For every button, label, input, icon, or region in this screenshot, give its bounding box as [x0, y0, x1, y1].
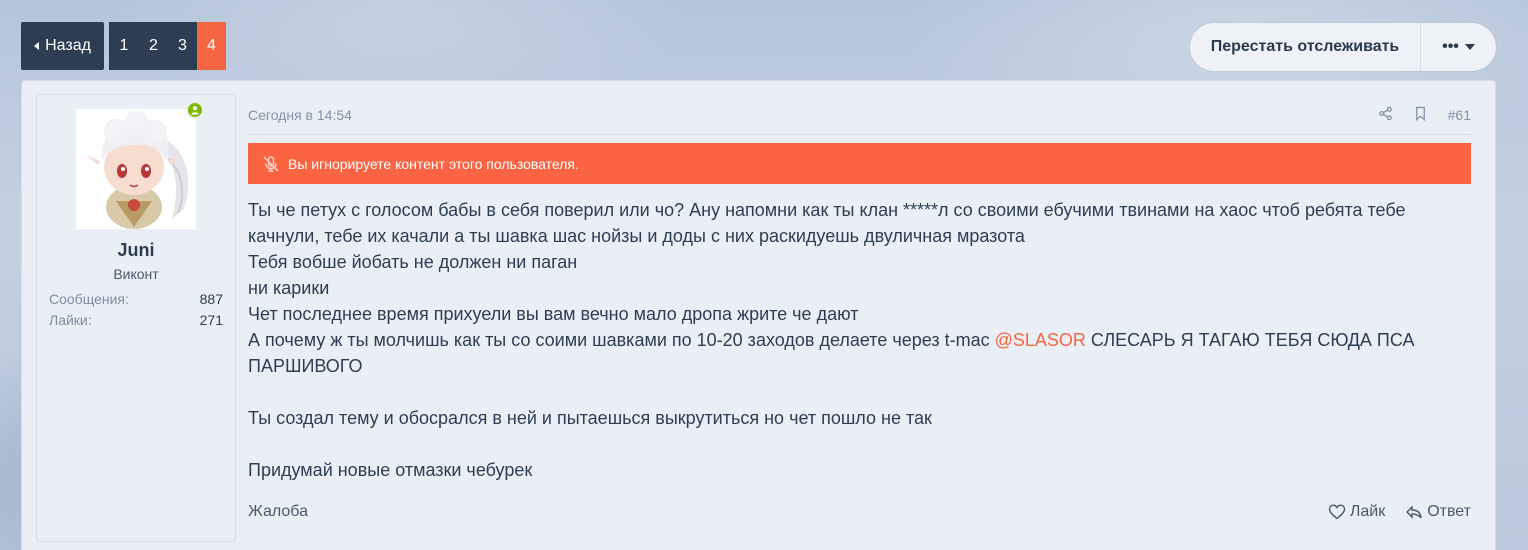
post-line-with-mention: А почему ж ты молчишь как ты со соими ша…	[248, 327, 1471, 379]
post-line: Ты че петух с голосом бабы в себя повери…	[248, 200, 1406, 246]
stat-label: Лайки:	[49, 312, 92, 328]
reply-arrow-icon	[1406, 505, 1422, 519]
username[interactable]: Juni	[37, 240, 235, 261]
share-icon[interactable]	[1378, 106, 1393, 124]
unwatch-button[interactable]: Перестать отслеживать	[1190, 23, 1421, 71]
post: Juni Виконт Сообщения: 887 Лайки: 271 Се…	[21, 80, 1496, 550]
stat-messages: Сообщения: 887	[49, 291, 223, 307]
post-line: Тебя вобше йобать не должен ни паган	[248, 252, 578, 272]
page-link-1[interactable]: 1	[109, 22, 139, 70]
back-label: Назад	[45, 37, 91, 54]
ignore-notice-text: Вы игнорируете контент этого пользовател…	[288, 155, 579, 172]
page-list: 1 2 3 4	[109, 22, 226, 70]
post-body: Ты че петух с голосом бабы в себя повери…	[248, 197, 1471, 483]
like-button[interactable]: Лайк	[1328, 503, 1385, 521]
stat-label: Сообщения:	[49, 291, 129, 307]
user-mention-link[interactable]: @SLASOR	[995, 330, 1086, 350]
user-panel: Juni Виконт Сообщения: 887 Лайки: 271	[36, 94, 236, 542]
muted-microphone-icon	[263, 155, 279, 172]
post-line-prefix: А почему ж ты молчишь как ты со соими ша…	[248, 330, 995, 350]
like-label: Лайк	[1349, 503, 1386, 520]
back-button[interactable]: Назад	[21, 22, 104, 70]
bookmark-icon[interactable]	[1413, 106, 1428, 124]
more-menu-button[interactable]: •••	[1421, 38, 1496, 56]
page-link-4-current[interactable]: 4	[197, 22, 226, 70]
chevron-down-icon	[1464, 44, 1475, 50]
page-link-2[interactable]: 2	[139, 22, 168, 70]
post-footer-actions: Лайк Ответ	[1328, 503, 1471, 521]
post-date[interactable]: Сегодня в 14:54	[248, 107, 352, 123]
post-line: ни карики	[248, 278, 330, 298]
stat-value: 887	[199, 291, 223, 307]
post-line: Придумай новые отмазки чебурек	[248, 460, 533, 480]
more-dots-icon: •••	[1442, 38, 1459, 55]
reply-label: Ответ	[1427, 503, 1471, 520]
post-main: Сегодня в 14:54 #61 Вы игнорируете конте…	[248, 94, 1471, 483]
ignore-notice-banner: Вы игнорируете контент этого пользовател…	[248, 143, 1471, 184]
post-line: Чет последнее время прихуели вы вам вечн…	[248, 304, 859, 324]
post-meta: Сегодня в 14:54 #61	[248, 94, 1471, 135]
online-status-icon	[186, 101, 204, 119]
pagination: Назад 1 2 3 4	[21, 22, 226, 70]
thread-actions: Перестать отслеживать •••	[1190, 23, 1496, 71]
post-footer: Жалоба Лайк Ответ	[248, 503, 1471, 521]
post-number[interactable]: #61	[1448, 107, 1471, 123]
chevron-left-icon	[34, 42, 40, 50]
report-link[interactable]: Жалоба	[248, 503, 308, 521]
post-line: Ты создал тему и обосрался в ней и пытае…	[248, 408, 932, 428]
post-meta-actions: #61	[1378, 106, 1471, 124]
page-link-3[interactable]: 3	[168, 22, 197, 70]
stat-value: 271	[199, 312, 223, 328]
heart-icon	[1328, 504, 1346, 520]
user-title: Виконт	[113, 266, 159, 282]
stat-likes: Лайки: 271	[49, 312, 223, 328]
reply-button[interactable]: Ответ	[1405, 503, 1471, 521]
avatar[interactable]	[76, 109, 196, 229]
